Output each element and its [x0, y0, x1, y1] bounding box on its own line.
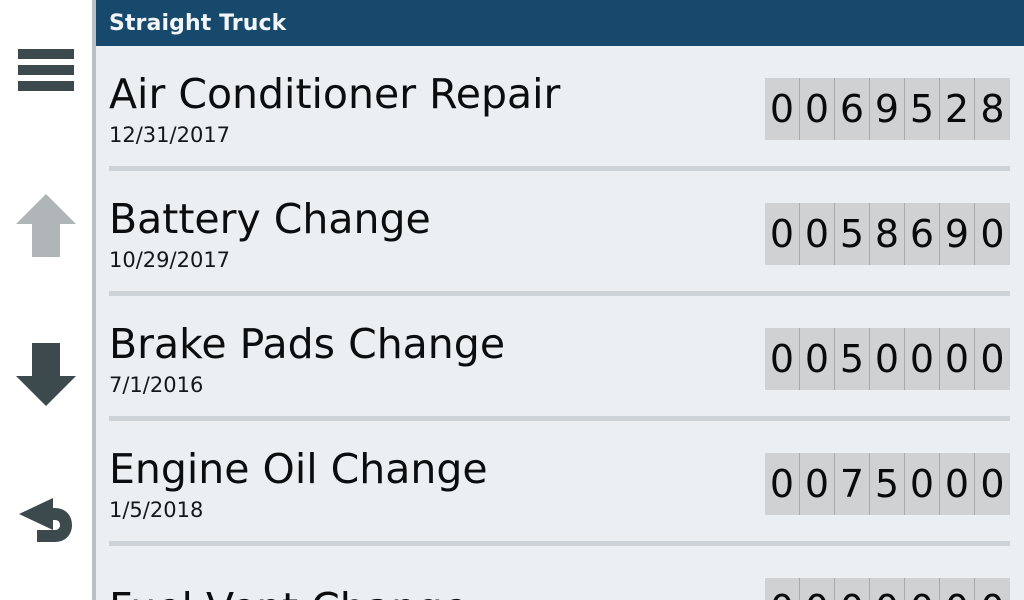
hamburger-menu-icon: [18, 49, 74, 91]
list-item-title: Fuel Vent Change: [109, 583, 765, 600]
odometer-digit: 0: [870, 327, 905, 390]
maintenance-history-screen: Straight Truck Air Conditioner Repair 12…: [0, 0, 1024, 600]
menu-button[interactable]: [0, 22, 92, 118]
odometer-digit: 0: [975, 202, 1010, 265]
list-item-title: Air Conditioner Repair: [109, 69, 561, 118]
list-item-date: 7/1/2016: [109, 372, 204, 397]
list-item-title: Battery Change: [109, 194, 431, 243]
arrow-up-icon: [16, 194, 76, 257]
odometer-display: 0075000: [765, 452, 1010, 515]
list-item[interactable]: Battery Change 10/29/2017 0058690: [92, 171, 1024, 296]
title-bar: Straight Truck: [92, 0, 1024, 46]
back-button[interactable]: [0, 470, 92, 566]
odometer-digit: 8: [870, 202, 905, 265]
icon-rail: [0, 0, 92, 600]
panel-divider: [92, 0, 96, 600]
list-item-text: Engine Oil Change 1/5/2018: [92, 444, 765, 524]
odometer-digit: 0: [905, 452, 940, 515]
odometer-digit: 9: [870, 77, 905, 140]
list-item-text: Air Conditioner Repair 12/31/2017: [92, 69, 765, 149]
odometer-digit: 0: [975, 452, 1010, 515]
list-item-text: Fuel Vent Change: [92, 583, 765, 600]
odometer-digit: 0: [940, 577, 975, 600]
list-item-title: Brake Pads Change: [109, 319, 506, 368]
odometer-display: 0069528: [765, 77, 1010, 140]
odometer-digit: 5: [835, 202, 870, 265]
odometer-digit: 5: [835, 327, 870, 390]
list-item-text: Battery Change 10/29/2017: [92, 194, 765, 274]
odometer-digit: 0: [800, 77, 835, 140]
odometer-digit: 5: [870, 452, 905, 515]
list-item[interactable]: Air Conditioner Repair 12/31/2017 006952…: [92, 46, 1024, 171]
odometer-digit: 0: [800, 202, 835, 265]
odometer-digit: 0: [765, 327, 800, 390]
list-item[interactable]: Fuel Vent Change 0000000: [92, 546, 1024, 600]
odometer-digit: 0: [800, 577, 835, 600]
content-panel: Straight Truck Air Conditioner Repair 12…: [92, 0, 1024, 600]
odometer-digit: 5: [905, 77, 940, 140]
list-item-text: Brake Pads Change 7/1/2016: [92, 319, 765, 399]
maintenance-list: Air Conditioner Repair 12/31/2017 006952…: [92, 46, 1024, 600]
back-arrow-icon: [19, 498, 72, 542]
list-item[interactable]: Engine Oil Change 1/5/2018 0075000: [92, 421, 1024, 546]
odometer-display: 0050000: [765, 327, 1010, 390]
odometer-display: 0000000: [765, 577, 1010, 600]
odometer-digit: 6: [905, 202, 940, 265]
odometer-digit: 9: [940, 202, 975, 265]
odometer-digit: 0: [940, 452, 975, 515]
odometer-digit: 2: [940, 77, 975, 140]
odometer-digit: 7: [835, 452, 870, 515]
list-item-date: 12/31/2017: [109, 122, 231, 147]
scroll-up-button[interactable]: [0, 178, 92, 274]
odometer-digit: 0: [765, 577, 800, 600]
page-title: Straight Truck: [109, 10, 287, 36]
odometer-digit: 0: [835, 577, 870, 600]
odometer-digit: 0: [800, 452, 835, 515]
list-item[interactable]: Brake Pads Change 7/1/2016 0050000: [92, 296, 1024, 421]
odometer-digit: 0: [870, 577, 905, 600]
odometer-digit: 6: [835, 77, 870, 140]
list-item-date: 1/5/2018: [109, 497, 204, 522]
scroll-down-button[interactable]: [0, 326, 92, 422]
odometer-digit: 0: [765, 202, 800, 265]
odometer-display: 0058690: [765, 202, 1010, 265]
odometer-digit: 0: [765, 452, 800, 515]
odometer-digit: 0: [800, 327, 835, 390]
arrow-down-icon: [16, 343, 76, 406]
odometer-digit: 0: [975, 327, 1010, 390]
list-item-title: Engine Oil Change: [109, 444, 488, 493]
odometer-digit: 0: [905, 327, 940, 390]
list-item-date: 10/29/2017: [109, 247, 231, 272]
odometer-digit: 0: [975, 577, 1010, 600]
odometer-digit: 8: [975, 77, 1010, 140]
odometer-digit: 0: [765, 77, 800, 140]
odometer-digit: 0: [940, 327, 975, 390]
odometer-digit: 0: [905, 577, 940, 600]
